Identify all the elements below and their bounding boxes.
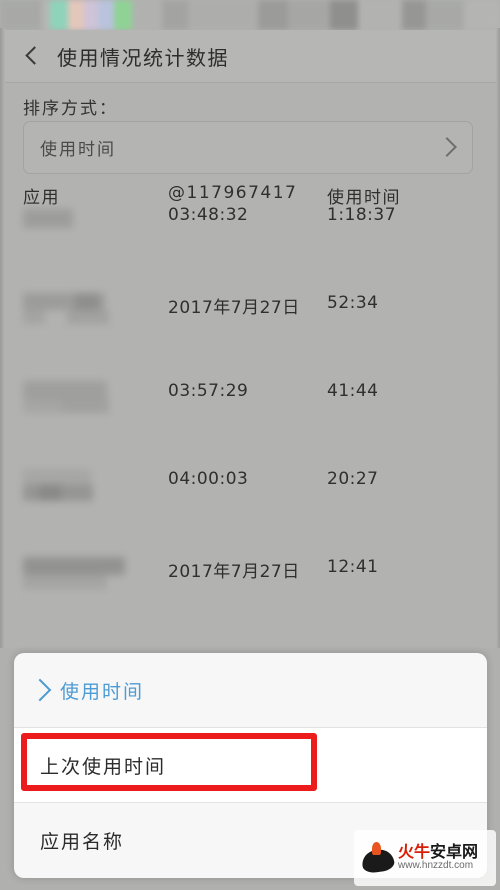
sort-select[interactable]: 使用时间 [23, 121, 473, 174]
usage-time-cell: 1:18:37 [327, 205, 397, 225]
window-frame-right [496, 28, 500, 648]
status-bar-block [68, 0, 84, 30]
app-name-redacted [23, 557, 125, 589]
last-used-cell: 03:57:29 [168, 381, 249, 401]
app-name-redacted [23, 205, 73, 228]
table-row[interactable]: 03:48:32 1:18:37 [5, 205, 496, 293]
app-name-cell [23, 381, 109, 413]
status-bar-block [114, 0, 132, 30]
status-bar-block [402, 0, 426, 30]
usage-time-cell: 12:41 [327, 557, 379, 577]
status-bar-block [84, 0, 98, 30]
usage-time-cell: 41:44 [327, 381, 379, 401]
app-name-redacted [23, 469, 93, 501]
app-name-cell [23, 557, 125, 589]
usage-table: 应用 @117967417 使用时间 03:48:32 1:18:37 2017年7… [5, 183, 496, 645]
page-title: 使用情况统计数据 [57, 45, 229, 70]
sheet-option-1[interactable]: 使用时间 [14, 653, 487, 728]
last-used-cell: 2017年7月27日 [168, 562, 300, 582]
app-name-redacted [23, 381, 109, 413]
last-used-cell: 03:48:32 [168, 205, 249, 225]
watermark-brand-dark: 安卓网 [430, 842, 479, 862]
status-bar-block [288, 0, 330, 30]
sheet-option-label: 应用名称 [40, 831, 125, 853]
table-row[interactable]: 04:00:03 20:27 [5, 469, 496, 557]
chevron-right-icon [28, 678, 52, 702]
chevron-left-icon[interactable] [21, 45, 43, 67]
table-row[interactable]: 2017年7月27日 52:34 [5, 293, 496, 381]
last-used-cell: 04:00:03 [168, 469, 249, 489]
app-name-cell [23, 469, 93, 501]
watermark: 火牛安卓网 www.hnzzdt.com [354, 830, 496, 886]
last-used-cell: 2017年7月27日 [168, 298, 300, 318]
sort-label: 排序方式： [23, 99, 118, 119]
table-header-row: 应用 @117967417 使用时间 [5, 183, 496, 208]
title-bar: 使用情况统计数据 [5, 30, 496, 82]
status-bar-block [330, 0, 358, 30]
status-bar [0, 0, 500, 30]
status-bar-block [258, 0, 288, 30]
sort-selected-value: 使用时间 [40, 140, 116, 160]
status-bar-block [464, 0, 500, 30]
status-bar-block [426, 0, 464, 30]
sheet-option-label: 使用时间 [60, 680, 145, 703]
status-bar-block [98, 0, 114, 30]
status-bar-block [188, 0, 258, 30]
table-row[interactable]: 2017年7月27日 12:41 [5, 557, 496, 645]
watermark-brand-red: 火牛 [398, 842, 431, 862]
column-header-middle: @117967417 [168, 183, 298, 203]
usage-time-cell: 20:27 [327, 469, 379, 489]
sheet-option-label: 上次使用时间 [40, 755, 167, 778]
status-bar-block [162, 0, 188, 30]
phone-screen: 使用情况统计数据 排序方式： 使用时间 应用 @117967417 使用时间 0… [0, 0, 500, 890]
main-content: 排序方式： 使用时间 应用 @117967417 使用时间 03:48:32 1:… [5, 83, 496, 648]
status-bar-block [132, 0, 162, 30]
app-name-cell [23, 205, 73, 228]
chevron-right-icon [437, 137, 457, 157]
table-row[interactable]: 03:57:29 41:44 [5, 381, 496, 469]
status-bar-block [0, 0, 42, 30]
watermark-url: www.hnzzdt.com [398, 860, 474, 872]
sheet-option-2[interactable]: 上次使用时间 [14, 728, 487, 803]
status-bar-block [358, 0, 402, 30]
app-name-redacted [23, 293, 109, 324]
usage-time-cell: 52:34 [327, 293, 379, 313]
bull-logo-icon [358, 838, 398, 878]
app-name-cell [23, 293, 109, 324]
